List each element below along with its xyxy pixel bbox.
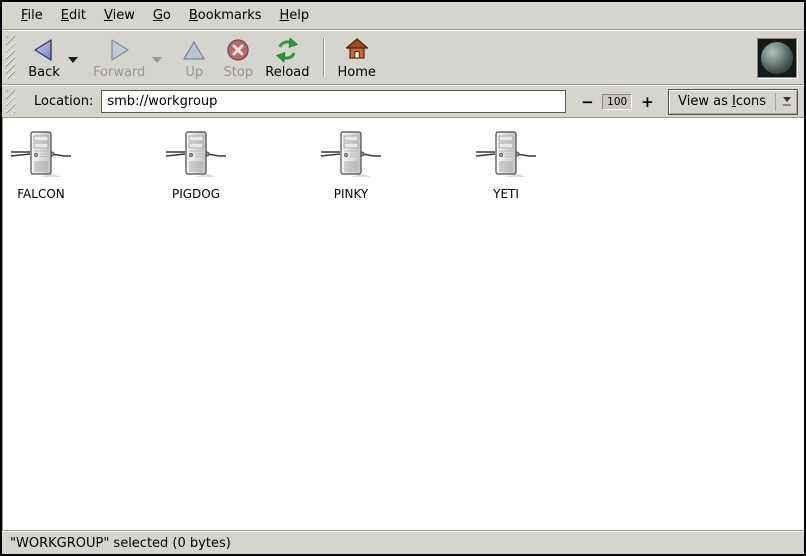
file-item-yeti[interactable]: YETI xyxy=(468,130,544,201)
file-item-pigdog[interactable]: PIGDOG xyxy=(158,130,234,201)
back-history-dropdown[interactable] xyxy=(66,57,80,82)
home-button[interactable]: Home xyxy=(333,33,381,82)
zoom-out-button[interactable]: − xyxy=(581,95,593,109)
dropdown-indicator-icon xyxy=(775,93,791,111)
stop-button: Stop xyxy=(216,33,260,82)
forward-label: Forward xyxy=(93,65,145,80)
menu-bookmarks[interactable]: Bookmarks xyxy=(180,4,271,27)
reload-button[interactable]: Reload xyxy=(260,33,314,82)
server-icon xyxy=(319,130,383,184)
back-icon xyxy=(31,36,57,64)
file-label: PIGDOG xyxy=(172,187,220,201)
forward-history-dropdown xyxy=(150,57,164,82)
back-label: Back xyxy=(28,65,60,80)
throbber-sphere-icon xyxy=(761,42,793,74)
throbber xyxy=(757,38,797,78)
menu-view[interactable]: View xyxy=(95,4,144,27)
zoom-controls: − 100 + xyxy=(581,94,653,110)
menu-go[interactable]: Go xyxy=(144,4,180,27)
toolbar-spacer xyxy=(381,33,757,82)
locationbar-drag-handle[interactable] xyxy=(6,90,15,113)
reload-icon xyxy=(273,36,301,64)
file-item-pinky[interactable]: PINKY xyxy=(313,130,389,201)
back-button[interactable]: Back xyxy=(22,33,66,82)
home-icon xyxy=(344,36,370,64)
up-icon xyxy=(181,36,207,64)
file-label: YETI xyxy=(493,187,519,201)
location-bar: Location: − 100 + View as Icons xyxy=(2,86,804,117)
forward-button: Forward xyxy=(88,33,150,82)
chevron-down-icon xyxy=(152,57,162,63)
toolbar-drag-handle[interactable] xyxy=(6,36,15,79)
server-icon xyxy=(9,130,73,184)
menubar: File Edit View Go Bookmarks Help xyxy=(2,2,804,29)
zoom-in-button[interactable]: + xyxy=(641,95,653,109)
location-input[interactable] xyxy=(101,90,566,113)
file-manager-window: File Edit View Go Bookmarks Help Back xyxy=(0,0,806,556)
toolbar: Back Forward Up xyxy=(2,31,804,84)
view-as-dropdown[interactable]: View as Icons xyxy=(668,89,798,115)
menu-edit[interactable]: Edit xyxy=(52,4,95,27)
separator xyxy=(323,38,325,77)
icon-view: FALCON PIGDOG xyxy=(2,117,804,531)
menu-help[interactable]: Help xyxy=(271,4,319,27)
home-label: Home xyxy=(338,65,376,80)
server-icon xyxy=(164,130,228,184)
forward-icon xyxy=(106,36,132,64)
stop-icon xyxy=(225,36,251,64)
menu-file[interactable]: File xyxy=(12,4,52,27)
file-label: PINKY xyxy=(334,187,369,201)
up-button: Up xyxy=(172,33,216,82)
up-label: Up xyxy=(185,65,203,80)
server-icon xyxy=(474,130,538,184)
location-label: Location: xyxy=(34,94,93,109)
status-bar: "WORKGROUP" selected (0 bytes) xyxy=(2,531,804,554)
status-text: "WORKGROUP" selected (0 bytes) xyxy=(10,536,231,551)
reload-label: Reload xyxy=(265,65,309,80)
file-item-falcon[interactable]: FALCON xyxy=(3,130,79,201)
view-as-label: View as Icons xyxy=(678,94,766,109)
chevron-down-icon xyxy=(68,57,78,63)
stop-label: Stop xyxy=(224,65,254,80)
zoom-level[interactable]: 100 xyxy=(602,94,632,110)
file-label: FALCON xyxy=(17,187,65,201)
